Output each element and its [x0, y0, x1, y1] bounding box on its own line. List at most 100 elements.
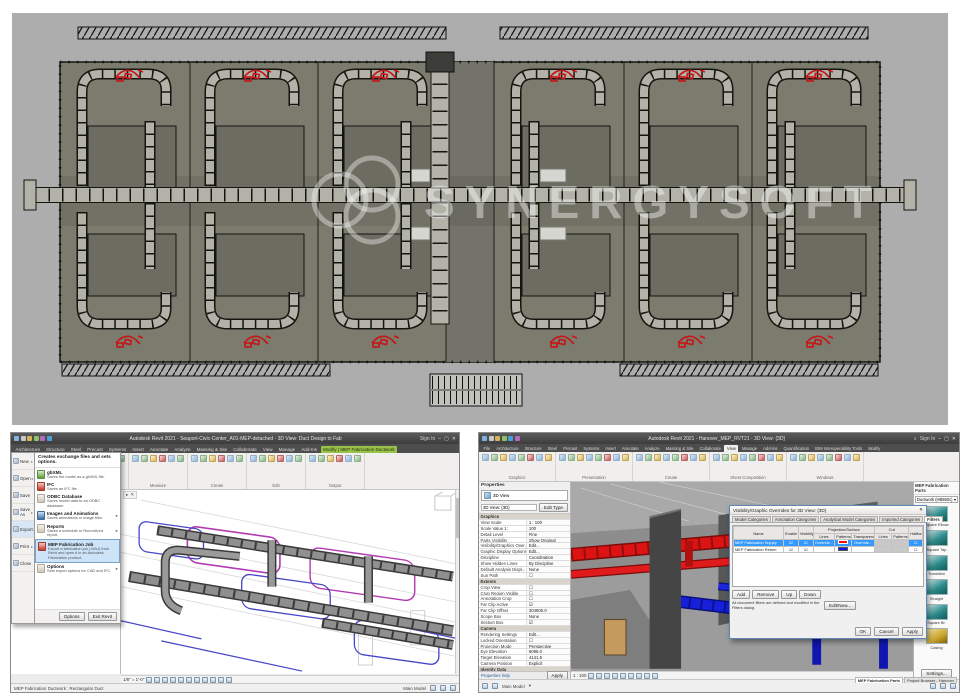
redo-icon[interactable] — [34, 436, 39, 441]
tool-icon[interactable] — [336, 455, 343, 462]
tool-icon[interactable] — [545, 454, 552, 461]
undo-icon[interactable] — [495, 436, 500, 441]
reveal-hidden-icon[interactable] — [652, 673, 658, 679]
tool-icon[interactable] — [227, 455, 234, 462]
tool-icon[interactable] — [327, 455, 334, 462]
export-menu-item[interactable]: ODBC Database Saves model data to an ODB… — [35, 493, 120, 510]
quick-access-toolbar[interactable] — [14, 436, 52, 441]
filter-list-button[interactable]: Up — [781, 590, 797, 599]
worksharing-icon[interactable] — [482, 683, 488, 689]
workset-label[interactable]: Main Model — [403, 686, 426, 691]
edit-type-button[interactable]: Edit Type — [539, 503, 568, 512]
part-thumbnail[interactable] — [926, 628, 948, 644]
ribbon-tab[interactable]: Insert — [603, 445, 618, 452]
app-menu-footer-button[interactable]: Options — [59, 612, 85, 621]
tool-icon[interactable] — [318, 455, 325, 462]
filter-list-button[interactable]: Add — [732, 590, 750, 599]
left-titlebar[interactable]: Autodesk Revit 2021 - Seaport-Civic-Cent… — [11, 433, 459, 444]
right-titlebar[interactable]: Autodesk Revit 2021 - Hanover_MEP_RVT21 … — [479, 433, 959, 444]
dock-tab[interactable]: MEP Fabrication Parts — [855, 677, 903, 683]
reveal-constraints-icon[interactable] — [226, 677, 232, 683]
export-menu-item[interactable]: Images and Animations Saves animations o… — [35, 510, 120, 522]
tool-icon[interactable] — [559, 454, 566, 461]
ribbon-tab[interactable]: Modify — [866, 445, 883, 452]
tool-icon[interactable] — [536, 454, 543, 461]
exclude-options-icon[interactable] — [440, 685, 446, 691]
ribbon-tab[interactable]: Collaborate — [231, 446, 260, 453]
tool-icon[interactable] — [218, 455, 225, 462]
tool-icon[interactable] — [527, 454, 534, 461]
app-menu-rail-item[interactable]: Close — [12, 555, 34, 572]
tool-icon[interactable] — [286, 455, 293, 462]
tool-icon[interactable] — [509, 454, 516, 461]
type-selector[interactable]: 3D View — [481, 490, 568, 501]
app-menu-footer-button[interactable]: Exit Revit — [88, 612, 117, 621]
apply-button[interactable]: Apply — [547, 671, 569, 679]
ribbon-tab[interactable]: Modify | MEP Fabrication Ductwork — [321, 446, 398, 453]
tool-icon[interactable] — [844, 454, 851, 461]
tool-icon[interactable] — [250, 455, 257, 462]
app-menu-rail-item[interactable]: New ▸ — [12, 453, 34, 470]
tool-icon[interactable] — [826, 454, 833, 461]
app-menu-rail-item[interactable]: Save As ▸ — [12, 504, 34, 521]
cancel-button[interactable]: Cancel — [874, 627, 898, 636]
select-filter-icon[interactable] — [450, 685, 456, 691]
ribbon-tab[interactable]: Architecture — [494, 445, 521, 452]
print-icon[interactable] — [40, 436, 45, 441]
editable-only-icon[interactable] — [430, 685, 436, 691]
crop-view-icon[interactable] — [178, 677, 184, 683]
pattern-swatch[interactable] — [838, 547, 848, 551]
dialog-tab[interactable]: Model Categories — [732, 516, 771, 522]
pattern-swatch[interactable] — [838, 540, 848, 544]
ribbon-tab[interactable]: Systems — [581, 445, 602, 452]
tool-icon[interactable] — [295, 455, 302, 462]
ribbon-tab[interactable]: Analyze — [172, 446, 193, 453]
tool-icon[interactable] — [672, 454, 679, 461]
temporary-hide-icon[interactable] — [194, 677, 200, 683]
tool-icon[interactable] — [200, 455, 207, 462]
tool-icon[interactable] — [663, 454, 670, 461]
filter-row[interactable]: MEP Fabrication Return ☑ ☑ ☐ — [734, 546, 923, 553]
tool-icon[interactable] — [622, 454, 629, 461]
ribbon-tab[interactable]: Analyze — [642, 445, 662, 452]
ribbon-tab[interactable]: Quantification — [781, 445, 812, 452]
quick-access-toolbar[interactable] — [482, 436, 520, 441]
tool-icon[interactable] — [309, 455, 316, 462]
open-icon[interactable] — [14, 436, 19, 441]
properties-help-link[interactable]: Properties help — [481, 673, 510, 678]
close-icon[interactable]: ✕ — [952, 436, 956, 442]
dock-tab[interactable]: Project Browser - Hanover — [904, 677, 957, 683]
design-options-icon[interactable] — [492, 683, 498, 689]
tool-icon[interactable] — [713, 454, 720, 461]
tool-icon[interactable] — [141, 455, 148, 462]
press-drag-icon[interactable] — [950, 683, 956, 689]
modify-icon[interactable] — [47, 436, 52, 441]
tool-icon[interactable] — [681, 454, 688, 461]
tool-icon[interactable] — [776, 454, 783, 461]
part-thumbnail[interactable] — [926, 530, 948, 546]
chevron-down-icon[interactable]: ▾ — [529, 683, 531, 689]
shadows-icon[interactable] — [170, 677, 176, 683]
tool-icon[interactable] — [268, 455, 275, 462]
sun-path-icon[interactable] — [604, 673, 610, 679]
tool-icon[interactable] — [604, 454, 611, 461]
tool-icon[interactable] — [132, 455, 139, 462]
tool-icon[interactable] — [159, 455, 166, 462]
part-thumbnail[interactable] — [926, 555, 948, 571]
ribbon-tab[interactable]: Collaborate — [697, 445, 723, 452]
tool-icon[interactable] — [577, 454, 584, 461]
filter-list-button[interactable]: Remove — [752, 590, 779, 599]
edit-new-button[interactable]: Edit/New... — [824, 601, 856, 610]
displaced-elements-icon[interactable] — [218, 677, 224, 683]
instance-selector[interactable]: 3D View: {3D} — [481, 504, 537, 511]
view-scale-label[interactable]: 1/8" = 1'-0" — [123, 677, 144, 682]
visual-style-icon[interactable] — [596, 673, 602, 679]
tool-icon[interactable] — [767, 454, 774, 461]
export-menu-item[interactable]: MEP Fabrication Job Export a fabrication… — [35, 539, 120, 562]
dialog-close-icon[interactable]: ✕ — [919, 507, 923, 513]
shadows-icon[interactable] — [612, 673, 618, 679]
maximize-icon[interactable]: ▢ — [444, 436, 449, 442]
part-thumbnail[interactable] — [926, 604, 948, 620]
signin-label[interactable]: Sign In — [920, 436, 936, 442]
view-tab-close-icon[interactable]: ✕ — [130, 492, 134, 498]
